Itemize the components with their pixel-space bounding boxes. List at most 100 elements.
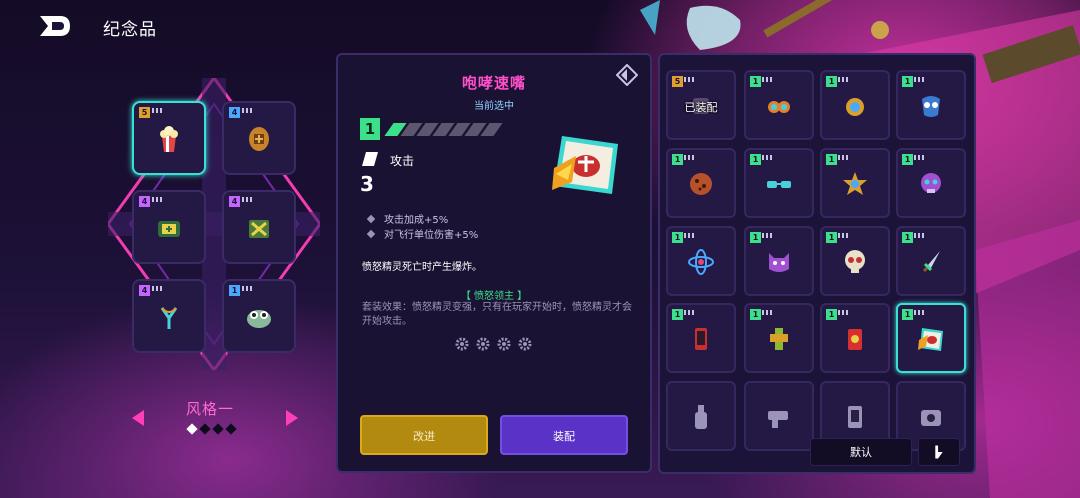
inventory-item-7[interactable]: 1 (820, 148, 890, 218)
bullet-icon (366, 214, 376, 224)
memento-slot-4[interactable]: 4 (222, 190, 296, 264)
inventory-item-6[interactable]: 1 (744, 148, 814, 218)
slot-dots (914, 233, 926, 238)
twin-drops-icon (768, 101, 790, 114)
inventory-item-14[interactable]: 1 (744, 303, 814, 373)
memento-slot-3[interactable]: 4 (132, 190, 206, 264)
slot-dots (152, 286, 164, 291)
inventory-item-13[interactable]: 1 (666, 303, 736, 373)
slot-dots (242, 108, 254, 113)
level-pips (384, 118, 503, 136)
diamond-info-icon[interactable] (616, 64, 638, 86)
slot-dots (914, 310, 926, 315)
back-button[interactable] (38, 14, 74, 38)
slot-dots (914, 155, 926, 160)
inventory-item-5[interactable]: 1 (666, 148, 736, 218)
shield-medal-icon (249, 127, 269, 152)
phone-icon (695, 328, 707, 351)
equip-button[interactable]: 装配 (500, 415, 628, 455)
inventory-item-3[interactable]: 1 (820, 70, 890, 140)
gear-icon (518, 337, 532, 351)
gear-icon (476, 337, 490, 351)
page-dot (212, 423, 224, 435)
sunglasses-icon (767, 181, 791, 189)
rarity-badge: 1 (826, 309, 837, 320)
style-next-arrow[interactable] (286, 410, 298, 426)
inventory-item-16[interactable]: 1 (896, 303, 966, 373)
medkit-icon (158, 221, 180, 238)
rarity-badge: 1 (826, 232, 837, 243)
rarity-badge: 1 (826, 154, 837, 165)
purple-skull-icon (921, 173, 941, 194)
set-pieces (455, 337, 532, 351)
rarity-badge: 1 (229, 285, 240, 296)
rarity-badge: 4 (229, 196, 240, 207)
inventory-item-8[interactable]: 1 (896, 148, 966, 218)
level-number: 1 (360, 118, 380, 140)
cookie-icon (690, 173, 712, 196)
inventory-item-17[interactable] (666, 381, 736, 451)
rarity-badge: 4 (139, 196, 150, 207)
inventory-item-9[interactable]: 1 (666, 226, 736, 296)
item-name: 咆哮速嘴 (461, 74, 526, 92)
rarity-badge: 1 (902, 154, 913, 165)
cat-face-icon (769, 253, 789, 273)
gear-icon (497, 337, 511, 351)
set-description: 套装效果：愤怒精灵变强，只有在玩家开始时，愤怒精灵才会开始攻击。 (362, 302, 632, 327)
inventory-item-15[interactable]: 1 (820, 303, 890, 373)
slot-dots (838, 233, 850, 238)
inventory-item-12[interactable]: 1 (896, 226, 966, 296)
slot-dots (762, 310, 774, 315)
stat-text: 对飞行单位伤害+5% (384, 230, 479, 241)
default-sort-button[interactable]: 默认 (810, 438, 912, 466)
inventory-item-4[interactable]: 1 (896, 70, 966, 140)
slot-dots (152, 197, 164, 202)
memento-slot-2[interactable]: 4 (222, 101, 296, 175)
rarity-badge: 1 (672, 309, 683, 320)
inventory-item-2[interactable]: 1 (744, 70, 814, 140)
stat-line-2: 对飞行单位伤害+5% (366, 226, 479, 241)
memento-slot-1[interactable]: 5 (132, 101, 206, 175)
slot-dots (838, 310, 850, 315)
rarity-badge: 1 (750, 309, 761, 320)
slot-dots (684, 233, 696, 238)
item-type: 攻击 (390, 154, 415, 168)
inventory-item-11[interactable]: 1 (820, 226, 890, 296)
style-page-indicator (186, 423, 237, 435)
slot-dots (914, 77, 926, 82)
page-dot (225, 423, 237, 435)
star-badge-icon (843, 172, 867, 196)
bottle-icon (695, 405, 707, 430)
slot-dots (762, 233, 774, 238)
memento-slot-5[interactable]: 4 (132, 279, 206, 353)
rarity-badge: 1 (750, 154, 761, 165)
style-prev-arrow[interactable] (132, 410, 144, 426)
upgrade-button[interactable]: 改进 (360, 415, 488, 455)
atom-icon (688, 249, 714, 276)
rarity-badge: 1 (826, 76, 837, 87)
slot-dots (838, 155, 850, 160)
rarity-badge: 1 (902, 232, 913, 243)
stat-text: 攻击加成+5% (384, 215, 449, 226)
rarity-badge: 4 (229, 107, 240, 118)
slot-dots (762, 155, 774, 160)
gun-icon (768, 411, 788, 429)
gear-icon (455, 337, 469, 351)
green-tower-icon (770, 328, 788, 351)
item-cost: 3 (360, 172, 374, 196)
ticket-icon (362, 152, 378, 166)
memento-slot-6[interactable]: 1 (222, 279, 296, 353)
inventory-item-18[interactable] (744, 381, 814, 451)
slot-dots (684, 77, 696, 82)
popcorn-icon (160, 126, 178, 153)
rarity-badge: 1 (902, 309, 913, 320)
page-title: 纪念品 (103, 20, 157, 40)
slot-dots (684, 310, 696, 315)
sort-icon[interactable] (918, 438, 960, 466)
red-can-icon (848, 329, 862, 351)
inventory-item-10[interactable]: 1 (744, 226, 814, 296)
card-icon (848, 406, 862, 429)
slot-dots (242, 197, 254, 202)
inventory-item-1[interactable]: 5 已装配 (666, 70, 736, 140)
frog-face-icon (247, 310, 271, 329)
